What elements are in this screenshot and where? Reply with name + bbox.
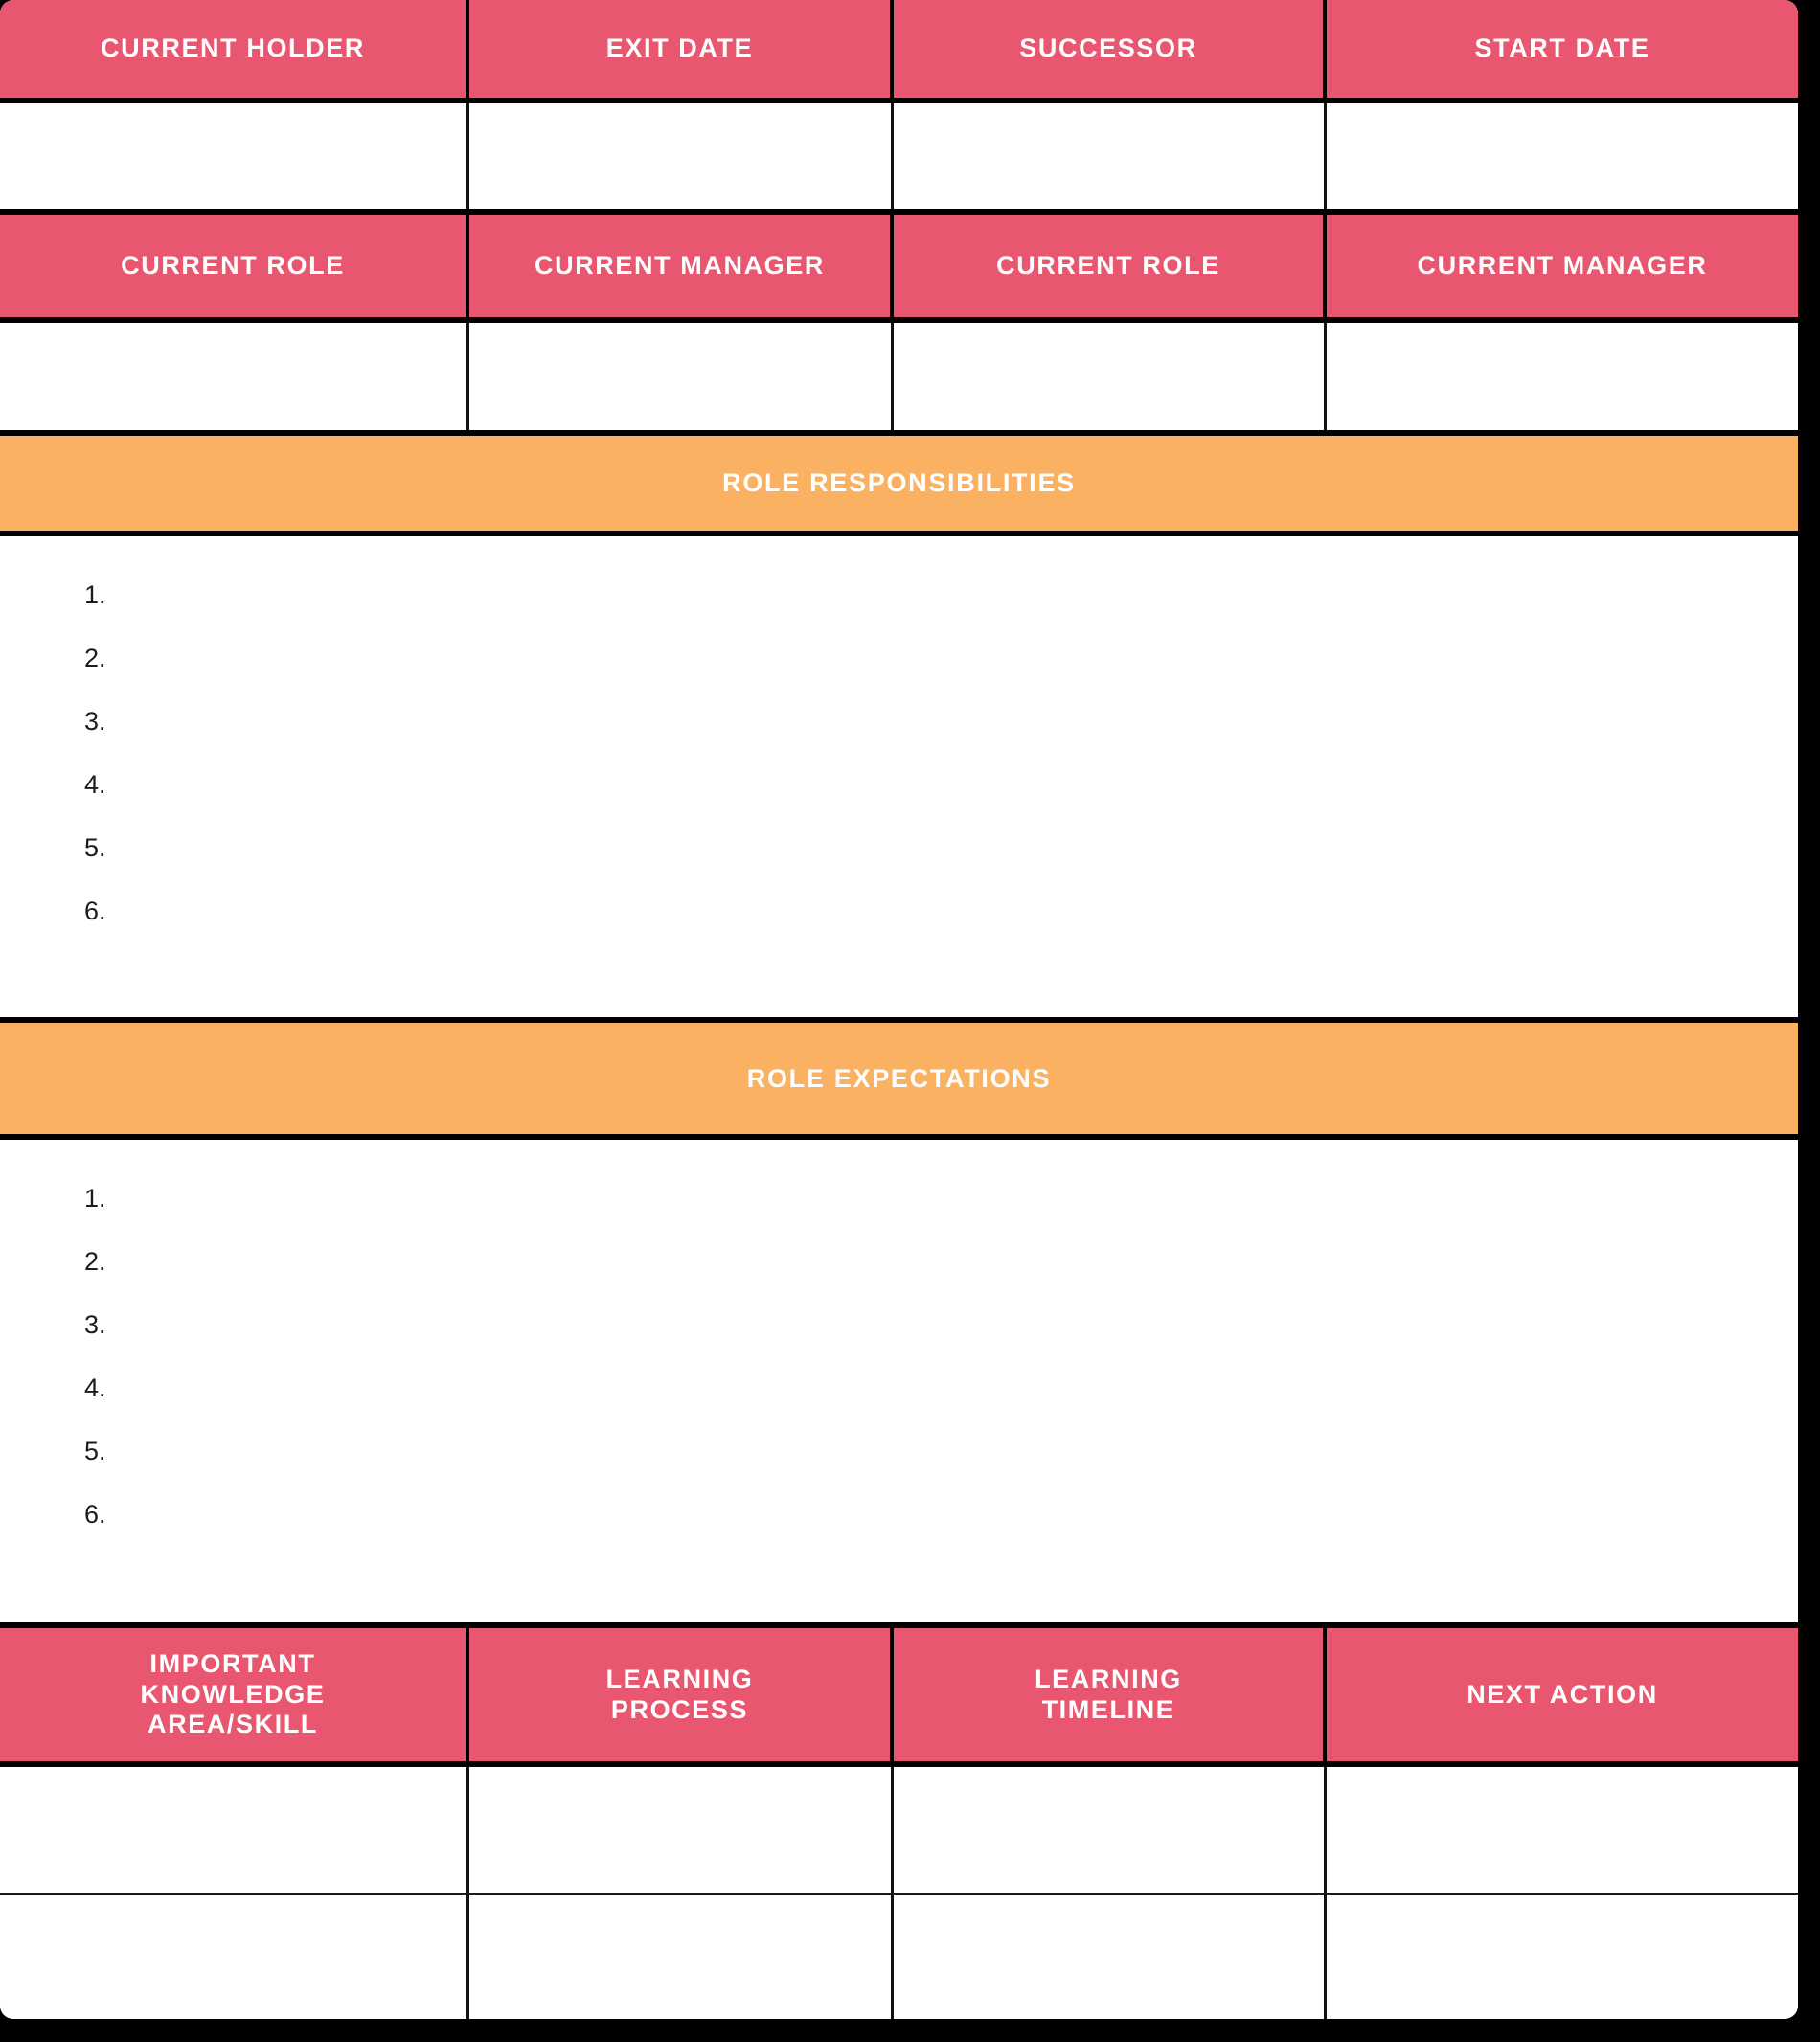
header-label: NEXT ACTION	[1467, 1679, 1658, 1709]
input-cell-current-manager-successor[interactable]	[1327, 323, 1798, 430]
input-cell-current-manager-holder[interactable]	[469, 323, 894, 430]
header-cell-exit-date: EXIT DATE	[469, 0, 894, 98]
table-cell-knowledge-area[interactable]	[0, 1767, 469, 1893]
list-item[interactable]: 3.	[84, 709, 1779, 772]
header-label: SUCCESSOR	[1019, 34, 1197, 63]
list-item-number: 6.	[84, 1500, 106, 1529]
section-banner-label: ROLE RESPONSIBILITIES	[722, 468, 1076, 497]
list-item-number: 4.	[84, 770, 106, 799]
header-cell-current-manager-holder: CURRENT MANAGER	[469, 215, 894, 317]
list-item-number: 2.	[84, 644, 106, 672]
list-item[interactable]: 3.	[84, 1312, 1779, 1375]
input-cell-current-role-holder[interactable]	[0, 323, 469, 430]
header-label: IMPORTANT KNOWLEDGE AREA/SKILL	[140, 1648, 326, 1739]
table-cell-knowledge-area[interactable]	[0, 1895, 469, 2019]
list-item-number: 3.	[84, 707, 106, 736]
header-label: CURRENT MANAGER	[1417, 250, 1708, 280]
table-cell-learning-process[interactable]	[469, 1767, 894, 1893]
table-cell-learning-timeline[interactable]	[894, 1895, 1327, 2019]
list-item[interactable]: 6.	[84, 1502, 1779, 1565]
header-cell-learning-process: LEARNING PROCESS	[469, 1628, 894, 1761]
header-cell-current-holder: CURRENT HOLDER	[0, 0, 469, 98]
input-cell-current-holder[interactable]	[0, 103, 469, 209]
input-cell-exit-date[interactable]	[469, 103, 894, 209]
section-banner-role-responsibilities: ROLE RESPONSIBILITIES	[0, 436, 1798, 536]
header-cell-current-role-holder: CURRENT ROLE	[0, 215, 469, 317]
list-item[interactable]: 2.	[84, 646, 1779, 709]
header-cell-current-manager-successor: CURRENT MANAGER	[1327, 215, 1798, 317]
list-item[interactable]: 1.	[84, 582, 1779, 646]
list-item-number: 1.	[84, 1184, 106, 1213]
list-item-number: 4.	[84, 1373, 106, 1402]
list-item-number: 1.	[84, 580, 106, 609]
input-cell-start-date[interactable]	[1327, 103, 1798, 209]
list-item[interactable]: 6.	[84, 898, 1779, 962]
table-row	[0, 1767, 1798, 1895]
list-item[interactable]: 4.	[84, 1375, 1779, 1439]
input-row-primary	[0, 103, 1798, 215]
header-cell-current-role-successor: CURRENT ROLE	[894, 215, 1327, 317]
responsibilities-list: 1. 2. 3. 4. 5. 6.	[0, 536, 1798, 1023]
input-cell-successor[interactable]	[894, 103, 1327, 209]
table-cell-learning-timeline[interactable]	[894, 1767, 1327, 1893]
header-label: LEARNING PROCESS	[605, 1664, 754, 1724]
header-label: CURRENT ROLE	[996, 250, 1220, 280]
header-label: LEARNING TIMELINE	[1035, 1664, 1182, 1724]
header-cell-start-date: START DATE	[1327, 0, 1798, 98]
list-item[interactable]: 5.	[84, 1439, 1779, 1502]
expectations-list: 1. 2. 3. 4. 5. 6.	[0, 1140, 1798, 1628]
section-banner-role-expectations: ROLE EXPECTATIONS	[0, 1023, 1798, 1140]
header-cell-successor: SUCCESSOR	[894, 0, 1327, 98]
list-item[interactable]: 2.	[84, 1249, 1779, 1312]
table-row	[0, 1895, 1798, 2019]
header-label: CURRENT ROLE	[121, 250, 345, 280]
learning-table-header-row: IMPORTANT KNOWLEDGE AREA/SKILL LEARNING …	[0, 1628, 1798, 1767]
header-label: CURRENT HOLDER	[101, 34, 365, 63]
section-banner-label: ROLE EXPECTATIONS	[746, 1063, 1052, 1093]
list-item[interactable]: 5.	[84, 835, 1779, 898]
header-row-primary: CURRENT HOLDER EXIT DATE SUCCESSOR START…	[0, 0, 1798, 103]
list-item-number: 6.	[84, 896, 106, 925]
list-item-number: 3.	[84, 1310, 106, 1339]
list-item-number: 5.	[84, 1437, 106, 1465]
table-cell-next-action[interactable]	[1327, 1895, 1798, 2019]
input-row-secondary	[0, 323, 1798, 436]
header-label: CURRENT MANAGER	[535, 250, 825, 280]
input-cell-current-role-successor[interactable]	[894, 323, 1327, 430]
header-cell-learning-timeline: LEARNING TIMELINE	[894, 1628, 1327, 1761]
header-label: START DATE	[1474, 34, 1650, 63]
succession-plan-worksheet: CURRENT HOLDER EXIT DATE SUCCESSOR START…	[0, 0, 1798, 2019]
list-item-number: 2.	[84, 1247, 106, 1276]
list-item[interactable]: 1.	[84, 1186, 1779, 1249]
table-cell-next-action[interactable]	[1327, 1767, 1798, 1893]
header-cell-next-action: NEXT ACTION	[1327, 1628, 1798, 1761]
table-cell-learning-process[interactable]	[469, 1895, 894, 2019]
list-item[interactable]: 4.	[84, 772, 1779, 835]
header-label: EXIT DATE	[605, 34, 754, 63]
header-cell-knowledge-area: IMPORTANT KNOWLEDGE AREA/SKILL	[0, 1628, 469, 1761]
header-row-secondary: CURRENT ROLE CURRENT MANAGER CURRENT ROL…	[0, 215, 1798, 323]
list-item-number: 5.	[84, 833, 106, 862]
